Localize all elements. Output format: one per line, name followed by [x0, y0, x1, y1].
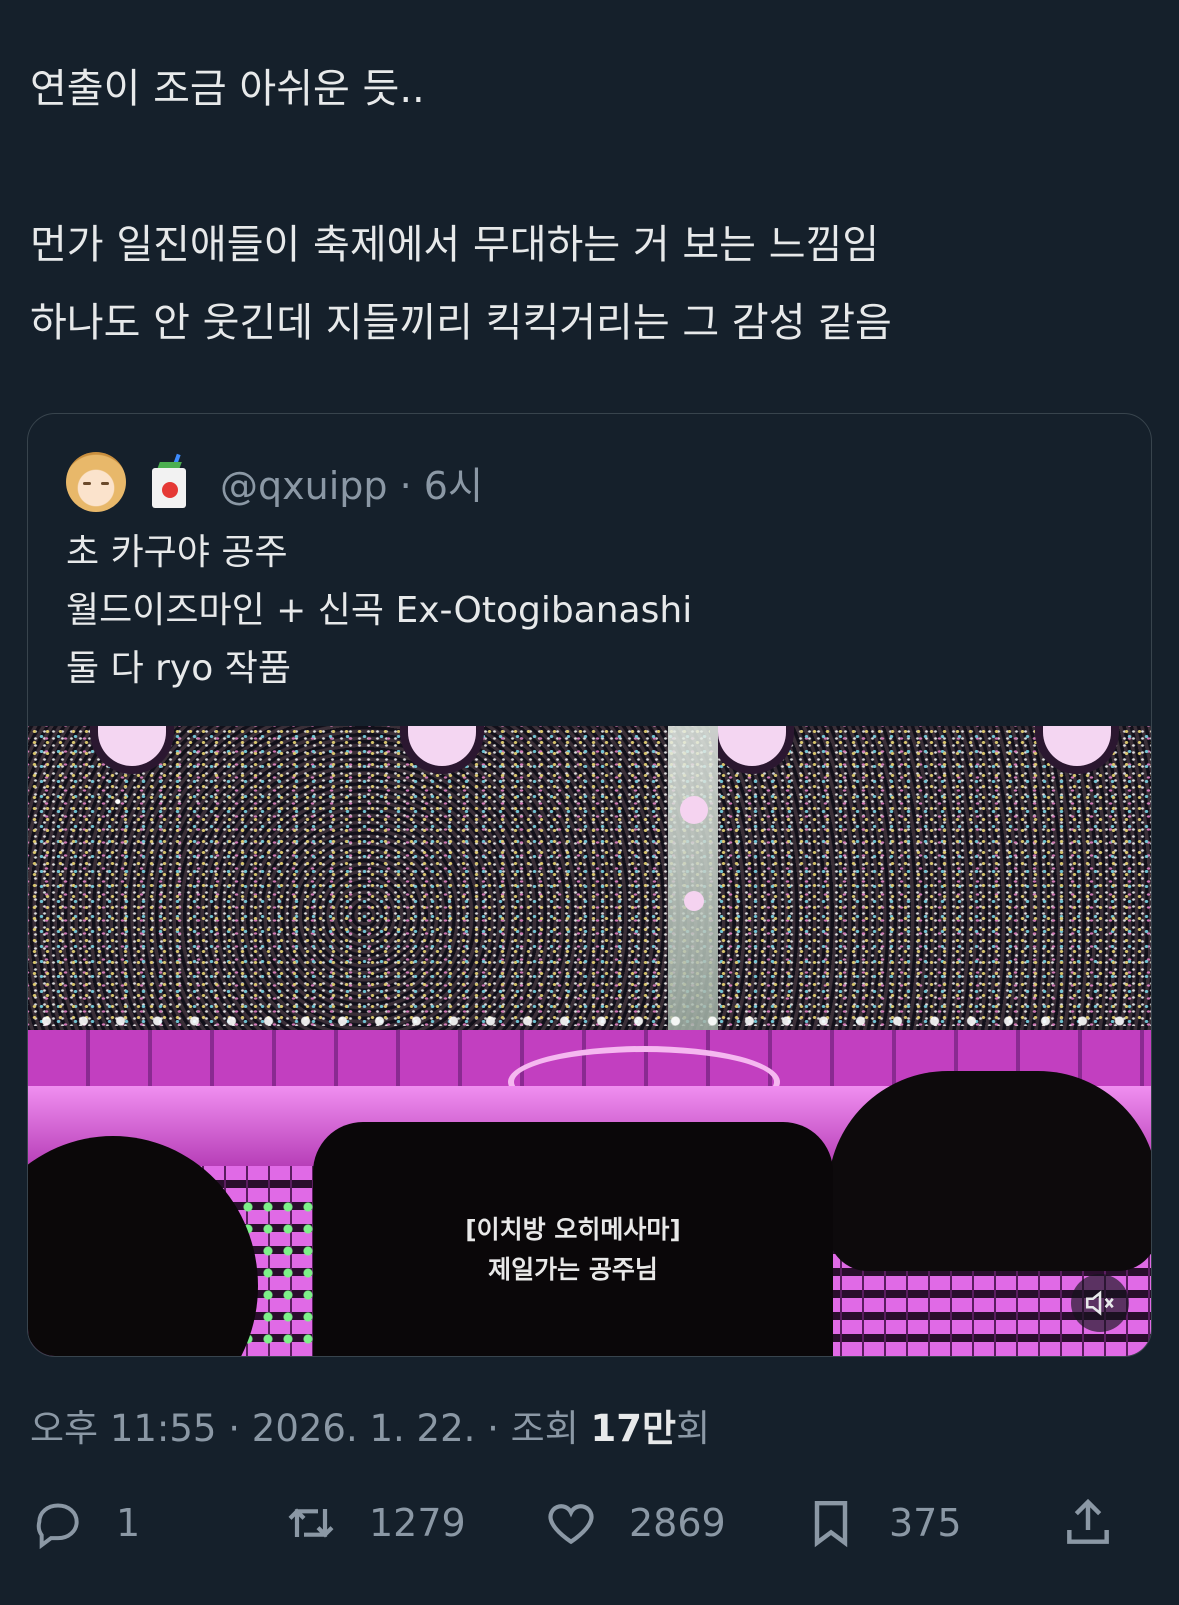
tweet-meta: 오후 11:55 · 2026. 1. 22. · 조회 17만회: [30, 1407, 711, 1450]
quoted-line: 월드이즈마인 + 신곡 Ex-Otogibanashi: [66, 590, 693, 631]
avatar[interactable]: [66, 452, 126, 512]
quoted-line: 둘 다 ryo 작품: [66, 648, 291, 689]
retweet-count: 1279: [369, 1501, 466, 1545]
quoted-tweet-text: 초 카구야 공주 월드이즈마인 + 신곡 Ex-Otogibanashi 둘 다…: [66, 524, 692, 698]
reply-icon: [36, 1503, 79, 1550]
action-bar: 1 1279 2869 375: [0, 1488, 1179, 1558]
views-label: 조회: [510, 1407, 579, 1450]
concert-lights: [28, 726, 1151, 1026]
bookmark-count: 375: [889, 1501, 962, 1545]
views-count: 17만: [590, 1407, 677, 1450]
quoted-tweet-header: @qxuipp · 6시: [66, 450, 483, 514]
like-count: 2869: [629, 1501, 726, 1545]
bookmark-button[interactable]: 375: [803, 1488, 962, 1558]
retweet-button[interactable]: 1279: [283, 1488, 466, 1558]
video-subtitle: [이치방 오히메사마] 제일가는 공주님: [465, 1215, 681, 1284]
share-icon: [1067, 1498, 1109, 1544]
tweet-text: 연출이 조금 아쉬운 듯.. 먼가 일진애들이 축제에서 무대하는 거 보는 느…: [30, 50, 1140, 362]
post-date[interactable]: 2026. 1. 22.: [252, 1407, 476, 1450]
mute-button[interactable]: [1071, 1274, 1129, 1332]
quoted-tweet[interactable]: @qxuipp · 6시 초 카구야 공주 월드이즈마인 + 신곡 Ex-Oto…: [27, 413, 1152, 1357]
tweet-line: 하나도 안 웃긴데 지들끼리 킥킥거리는 그 감성 같음: [30, 300, 892, 346]
reply-button[interactable]: 1: [30, 1488, 140, 1558]
tweet-line: 먼가 일진애들이 축제에서 무대하는 거 보는 느낌임: [30, 222, 880, 268]
like-button[interactable]: 2869: [543, 1488, 726, 1558]
video-player[interactable]: [이치방 오히메사마] 제일가는 공주님: [28, 726, 1151, 1356]
quoted-handle[interactable]: @qxuipp · 6시: [220, 455, 483, 510]
retweet-icon: [288, 1508, 334, 1538]
speaker-muted-icon: [1085, 1290, 1114, 1316]
reply-count: 1: [116, 1501, 141, 1545]
post-time[interactable]: 오후 11:55: [30, 1407, 216, 1450]
bookmark-icon: [814, 1500, 848, 1548]
share-button[interactable]: [1060, 1488, 1116, 1558]
quoted-line: 초 카구야 공주: [66, 532, 288, 573]
heart-icon: [548, 1504, 594, 1545]
tweet-line: 연출이 조금 아쉬운 듯..: [30, 66, 425, 112]
juice-box-emoji-icon: [150, 453, 190, 508]
